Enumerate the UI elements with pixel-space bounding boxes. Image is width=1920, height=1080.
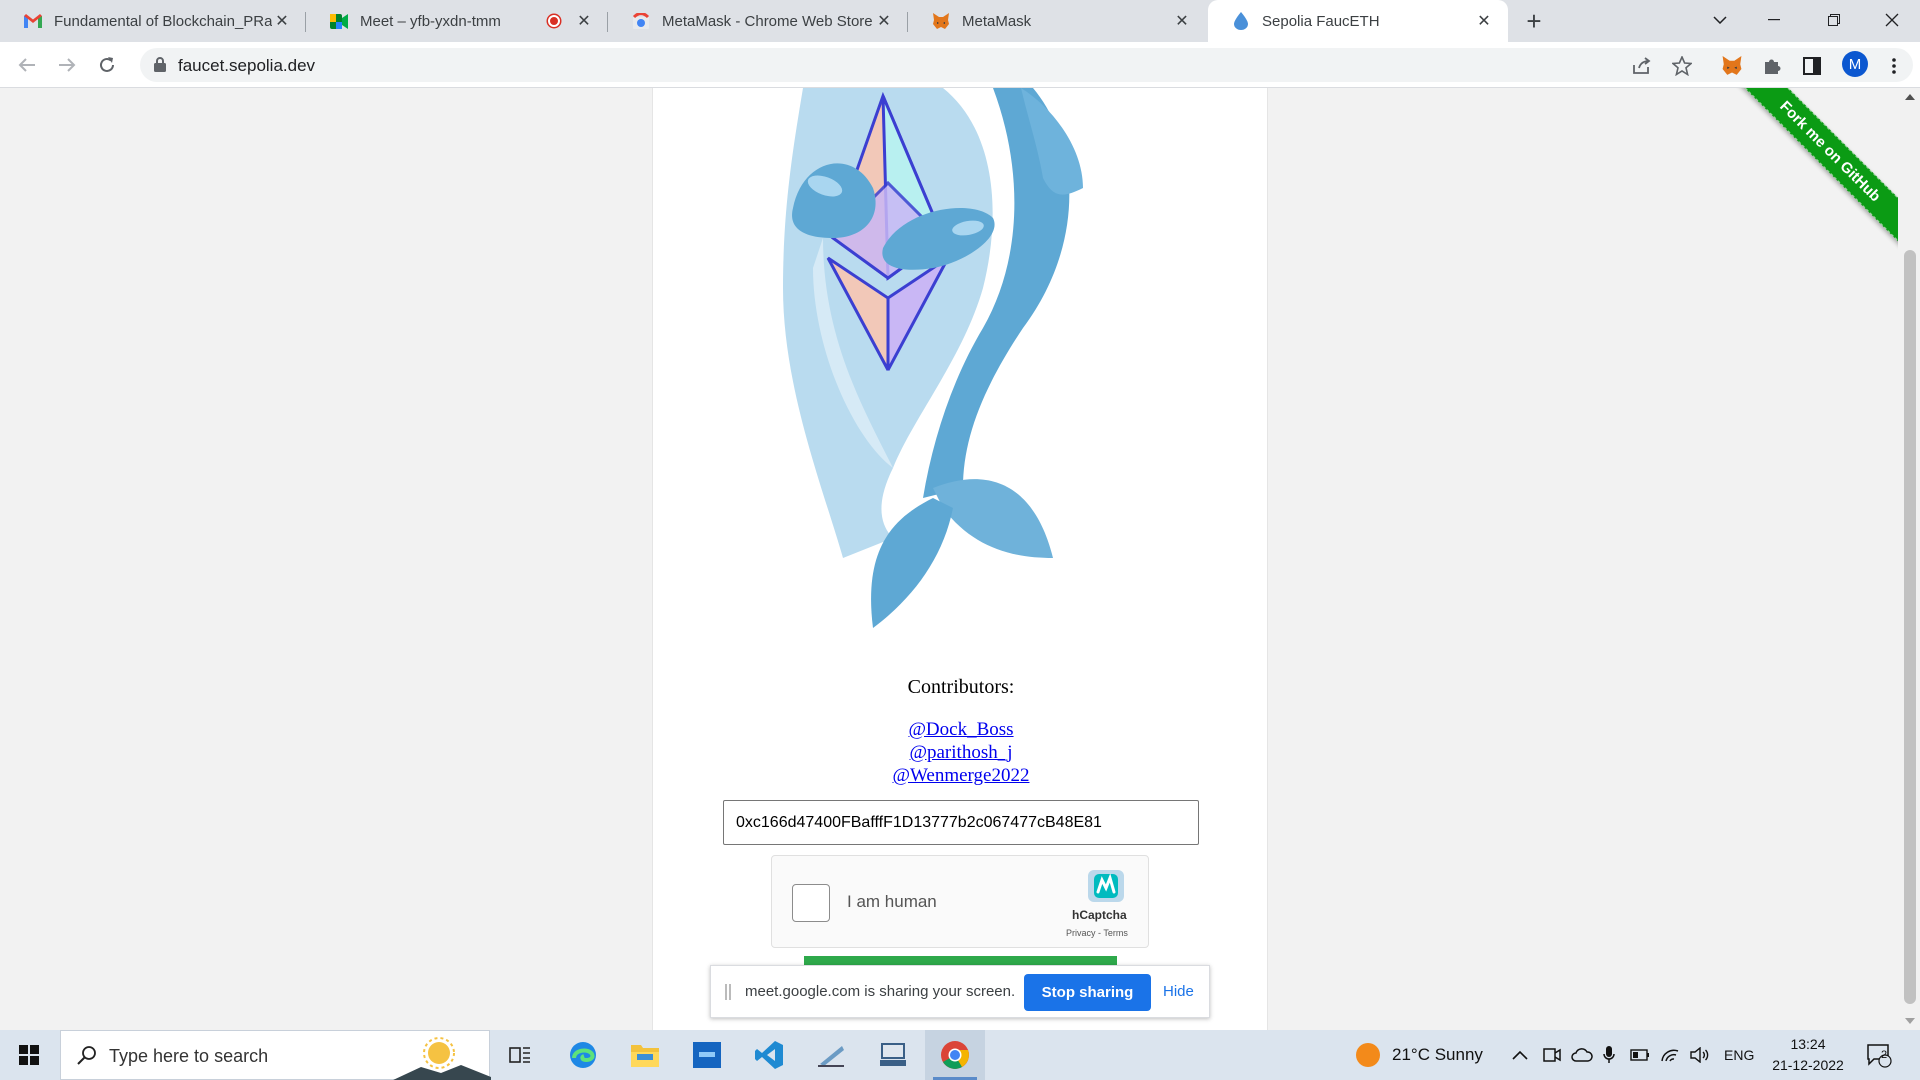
edge-browser-icon[interactable] bbox=[553, 1030, 613, 1080]
notifications-icon[interactable]: 2 bbox=[1866, 1030, 1892, 1080]
tab-title: Meet – yfb-yxdn-tmm bbox=[360, 12, 501, 30]
tab-strip: Fundamental of Blockchain_PRactical ✕ Me… bbox=[0, 0, 1920, 42]
tab-gmail[interactable]: Fundamental of Blockchain_PRactical ✕ bbox=[0, 0, 306, 42]
reload-button[interactable] bbox=[92, 50, 122, 80]
windows-start-button[interactable] bbox=[0, 1030, 58, 1080]
bookmark-star-icon[interactable] bbox=[1670, 54, 1694, 78]
hide-button[interactable]: Hide bbox=[1163, 983, 1194, 1000]
profile-avatar[interactable]: M bbox=[1840, 51, 1870, 77]
contributor-link-dock-boss[interactable]: @Dock_Boss bbox=[653, 719, 1269, 741]
whale-ethereum-illustration bbox=[783, 88, 1083, 628]
wifi-icon[interactable] bbox=[1660, 1030, 1680, 1080]
scroll-up-arrow-icon[interactable] bbox=[1905, 94, 1915, 100]
clock-date: 21-12-2022 bbox=[1772, 1057, 1844, 1073]
forward-button[interactable] bbox=[52, 50, 82, 80]
gmail-icon bbox=[24, 12, 42, 30]
windows-taskbar: Type here to search 21°C Sunny ENG 13:24… bbox=[0, 1030, 1920, 1080]
tab-meet[interactable]: Meet – yfb-yxdn-tmm ✕ bbox=[306, 0, 608, 42]
extensions-puzzle-icon[interactable] bbox=[1760, 54, 1784, 78]
scrollbar-thumb[interactable] bbox=[1904, 250, 1916, 1004]
meet-tray-icon[interactable] bbox=[1543, 1030, 1561, 1080]
tab-title: Fundamental of Blockchain_PRactical bbox=[54, 12, 272, 30]
close-icon[interactable]: ✕ bbox=[1474, 11, 1494, 31]
side-panel-icon[interactable] bbox=[1800, 54, 1824, 78]
sun-weather-icon bbox=[1356, 1043, 1380, 1067]
weather-widget[interactable]: 21°C Sunny bbox=[1356, 1030, 1483, 1080]
screen-share-message: meet.google.com is sharing your screen. bbox=[745, 983, 1016, 1000]
tab-sepolia-faucet[interactable]: Sepolia FaucETH ✕ bbox=[1208, 0, 1508, 42]
contributor-link-wenmerge[interactable]: @Wenmerge2022 bbox=[653, 765, 1269, 787]
close-icon[interactable]: ✕ bbox=[1172, 11, 1192, 31]
chrome-app-icon[interactable] bbox=[925, 1030, 985, 1080]
contributors-heading: Contributors: bbox=[907, 676, 1015, 698]
water-drop-icon bbox=[1232, 12, 1250, 30]
hcaptcha-terms-link[interactable]: Privacy - Terms bbox=[1066, 928, 1128, 938]
fork-me-ribbon-text[interactable]: Fork me on GitHub bbox=[1727, 88, 1898, 255]
lock-icon[interactable] bbox=[154, 57, 166, 77]
close-icon[interactable]: ✕ bbox=[874, 11, 894, 31]
search-icon bbox=[77, 1045, 97, 1070]
tab-title: Sepolia FaucETH bbox=[1262, 12, 1380, 30]
drag-handle-icon[interactable] bbox=[725, 984, 731, 1000]
file-explorer-icon[interactable] bbox=[615, 1030, 675, 1080]
show-hidden-icons-chevron-icon[interactable] bbox=[1512, 1030, 1528, 1080]
chrome-web-store-icon bbox=[632, 12, 650, 30]
minimize-button[interactable] bbox=[1746, 0, 1802, 40]
scanner-app-icon[interactable] bbox=[801, 1030, 861, 1080]
microphone-icon[interactable] bbox=[1603, 1030, 1615, 1080]
onedrive-cloud-icon[interactable] bbox=[1571, 1030, 1593, 1080]
scroll-down-arrow-icon[interactable] bbox=[1905, 1018, 1915, 1024]
language-indicator[interactable]: ENG bbox=[1724, 1030, 1754, 1080]
battery-icon[interactable] bbox=[1630, 1030, 1650, 1080]
tab-metamask[interactable]: MetaMask ✕ bbox=[908, 0, 1206, 42]
restore-button[interactable] bbox=[1806, 0, 1862, 40]
captcha-label: I am human bbox=[847, 892, 937, 911]
tab-title: MetaMask - Chrome Web Store bbox=[662, 12, 873, 30]
volume-icon[interactable] bbox=[1690, 1030, 1710, 1080]
contributor-link-parithosh[interactable]: @parithosh_j bbox=[653, 742, 1269, 764]
captcha-checkbox[interactable] bbox=[792, 884, 830, 922]
faucet-page: Contributors: @Dock_Boss @parithosh_j @W… bbox=[652, 88, 1268, 1030]
task-view-icon[interactable] bbox=[490, 1030, 550, 1080]
url-text: faucet.sepolia.dev bbox=[178, 56, 316, 75]
vscode-icon[interactable] bbox=[739, 1030, 799, 1080]
tab-search-chevron-icon[interactable] bbox=[1692, 0, 1748, 40]
close-icon[interactable]: ✕ bbox=[574, 11, 594, 31]
remote-desktop-app-icon[interactable] bbox=[677, 1030, 737, 1080]
page-viewport: Contributors: @Dock_Boss @parithosh_j @W… bbox=[0, 88, 1920, 1030]
stop-sharing-button[interactable]: Stop sharing bbox=[1024, 974, 1151, 1011]
vertical-scrollbar[interactable] bbox=[1900, 88, 1920, 1030]
recording-indicator-icon bbox=[548, 15, 560, 27]
network-app-icon[interactable] bbox=[863, 1030, 923, 1080]
back-button[interactable] bbox=[12, 50, 42, 80]
share-icon[interactable] bbox=[1630, 54, 1654, 78]
taskbar-clock[interactable]: 13:24 21-12-2022 bbox=[1758, 1034, 1858, 1076]
close-icon[interactable]: ✕ bbox=[272, 11, 292, 31]
more-menu-icon[interactable] bbox=[1882, 54, 1906, 78]
browser-toolbar: faucet.sepolia.dev M bbox=[0, 42, 1920, 88]
meet-icon bbox=[330, 12, 348, 30]
github-ribbon[interactable]: Fork me on GitHub bbox=[1718, 88, 1898, 268]
notification-count-badge: 2 bbox=[1881, 1049, 1888, 1061]
screen-share-bar: meet.google.com is sharing your screen. … bbox=[710, 965, 1210, 1018]
taskbar-search-box[interactable]: Type here to search bbox=[60, 1030, 491, 1080]
tab-chrome-web-store[interactable]: MetaMask - Chrome Web Store ✕ bbox=[608, 0, 908, 42]
metamask-extension-icon[interactable] bbox=[1720, 54, 1744, 78]
metamask-fox-icon bbox=[932, 12, 950, 30]
tab-title: MetaMask bbox=[962, 12, 1032, 30]
new-tab-button[interactable]: + bbox=[1519, 6, 1549, 36]
hcaptcha-logo-icon bbox=[1084, 866, 1128, 911]
search-placeholder: Type here to search bbox=[109, 1046, 269, 1066]
wallet-address-input[interactable] bbox=[723, 800, 1199, 845]
hcaptcha-brand: hCaptcha bbox=[1072, 908, 1127, 922]
search-highlight-landscape-icon bbox=[391, 1031, 491, 1080]
close-window-button[interactable] bbox=[1864, 0, 1920, 40]
weather-text: 21°C Sunny bbox=[1392, 1045, 1483, 1064]
clock-time: 13:24 bbox=[1790, 1036, 1826, 1052]
hcaptcha-widget: I am human hCaptcha Privacy - Terms bbox=[771, 855, 1149, 948]
